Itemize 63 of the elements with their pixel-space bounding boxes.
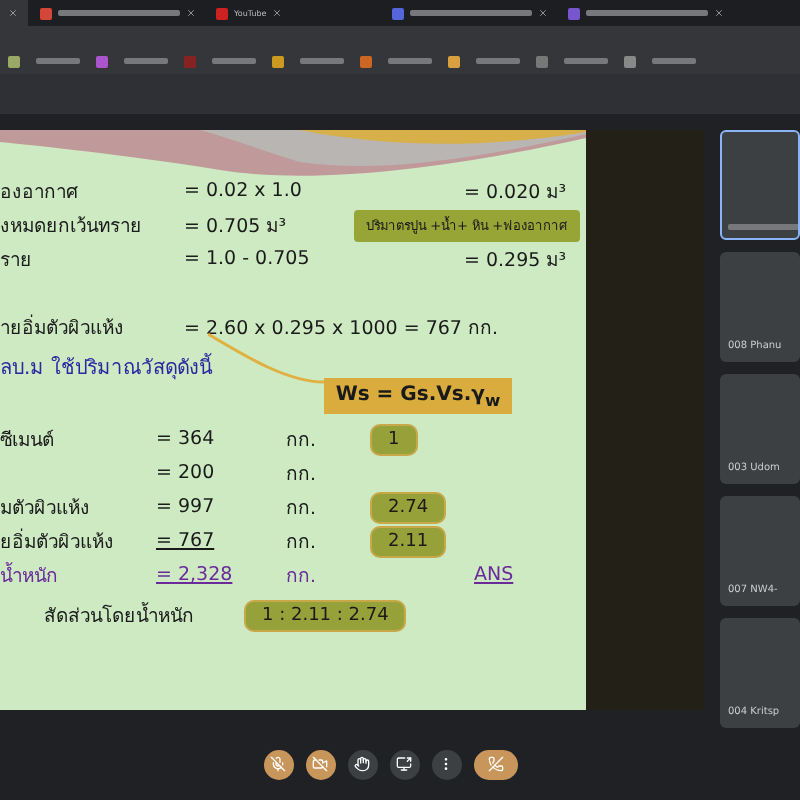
ratio-badge: 2.11 bbox=[370, 525, 447, 558]
answer-label: ANS bbox=[474, 564, 516, 587]
material-label: ซีเมนต์ bbox=[0, 427, 56, 455]
bookmark-icon[interactable] bbox=[448, 55, 460, 68]
material-amount: = 2,328 bbox=[156, 564, 235, 587]
ratio-label: สัดส่วนโดยน้ำหนัก bbox=[44, 600, 196, 631]
section-heading: ลบ.ม ใช้ปริมาณวัสดุดังนี้ bbox=[0, 352, 213, 389]
bookmark-icon[interactable] bbox=[536, 55, 548, 68]
material-label: มตัวผิวแห้ง bbox=[0, 496, 92, 523]
material-amount: = 200 bbox=[156, 462, 217, 485]
material-amount: = 364 bbox=[156, 428, 217, 451]
mic-button[interactable] bbox=[263, 749, 293, 780]
ratio-badge: 1 bbox=[370, 423, 418, 456]
blurred-bookmark-title bbox=[36, 58, 80, 65]
bookmark-icon[interactable] bbox=[624, 55, 636, 68]
ratio-result-badge: 1 : 2.11 : 2.74 bbox=[244, 599, 407, 632]
camera-button[interactable] bbox=[305, 749, 335, 780]
unit-label: กก. bbox=[286, 496, 319, 523]
row-label: งหมดยกเว้นทราย bbox=[0, 214, 144, 241]
reaction-icon bbox=[354, 756, 370, 773]
row-label: องอากาศ bbox=[0, 180, 80, 207]
calculation: = 0.02 x 1.0 bbox=[184, 180, 304, 203]
more-button[interactable] bbox=[431, 749, 461, 780]
unit-label: กก. bbox=[286, 462, 319, 489]
blurred-participant-name bbox=[728, 224, 798, 231]
calculation-result: = 0.295 ม³ bbox=[464, 248, 569, 275]
blurred-tab-title bbox=[586, 10, 708, 16]
blurred-bookmark-title bbox=[212, 58, 256, 65]
bookmark-icon[interactable] bbox=[8, 55, 20, 68]
unit-label: กก. bbox=[286, 428, 319, 455]
reaction-button[interactable] bbox=[347, 749, 377, 780]
bookmark-icon[interactable] bbox=[96, 55, 108, 68]
blurred-bookmark-title bbox=[476, 58, 520, 65]
material-label: น้ำหนัก bbox=[0, 560, 60, 591]
row-label: ราย bbox=[0, 248, 34, 275]
ratio-badge: 2.74 bbox=[370, 491, 447, 524]
participant-tile[interactable] bbox=[720, 130, 800, 241]
mic-icon bbox=[270, 756, 286, 773]
blurred-tab-title bbox=[410, 10, 532, 16]
calculation: = 1.0 - 0.705 bbox=[184, 248, 312, 271]
blurred-bookmark-title bbox=[564, 58, 608, 65]
share-button[interactable] bbox=[389, 749, 419, 780]
calculation: = 0.705 ม³ bbox=[184, 214, 289, 241]
leave-icon bbox=[487, 756, 503, 773]
formula-callout: Ws = Gs.Vs.γ$_{w}$ bbox=[324, 378, 512, 415]
material-amount: = 767 bbox=[156, 530, 217, 553]
unit-label: กก. bbox=[286, 564, 319, 591]
blurred-tab-title bbox=[58, 10, 180, 16]
bookmark-icon[interactable] bbox=[272, 55, 284, 68]
row-label: ายอิ่มตัวผิวแห้ง bbox=[0, 312, 126, 343]
calculation-result: = 0.020 ม³ bbox=[464, 180, 569, 207]
leave-button[interactable] bbox=[473, 749, 517, 780]
blurred-bookmark-title bbox=[388, 58, 432, 65]
material-amount: = 997 bbox=[156, 496, 217, 519]
share-icon bbox=[396, 756, 412, 773]
blurred-bookmark-title bbox=[124, 58, 168, 65]
blurred-bookmark-title bbox=[652, 58, 696, 65]
camera-icon bbox=[312, 756, 328, 773]
bookmark-icon[interactable] bbox=[360, 55, 372, 68]
blurred-bookmark-title bbox=[300, 58, 344, 65]
unit-label: กก. bbox=[286, 530, 319, 557]
calculation: = 2.60 x 0.295 x 1000 = 767 กก. bbox=[184, 316, 501, 343]
material-label: ยอิ่มตัวผิวแห้ง bbox=[0, 526, 116, 557]
